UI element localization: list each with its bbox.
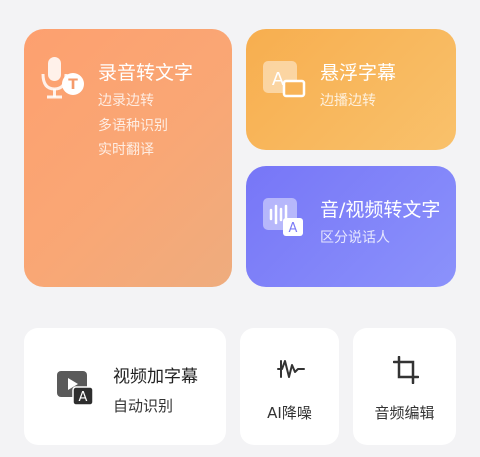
svg-text:T: T — [68, 77, 78, 93]
video-subtitle-card[interactable]: A 视频加字幕 自动识别 — [24, 328, 226, 445]
waveform-a-icon: A — [262, 197, 308, 245]
waveform-denoise-icon — [277, 358, 305, 384]
letter-a-window-icon: A — [262, 60, 308, 106]
audio-edit-label: 音频编辑 — [374, 404, 435, 422]
microphone-t-icon: T — [38, 55, 86, 107]
record-to-text-line-1: 边录边转 — [98, 93, 154, 109]
floating-subtitle-title: 悬浮字幕 — [320, 62, 397, 84]
audio-video-to-text-title: 音/视频转文字 — [320, 199, 441, 221]
record-to-text-line-3: 实时翻译 — [98, 142, 154, 158]
floating-subtitle-card[interactable]: A 悬浮字幕 边播边转 — [246, 29, 456, 150]
ai-denoise-label: AI降噪 — [267, 404, 312, 422]
svg-text:A: A — [79, 390, 88, 405]
audio-video-to-text-subtitle: 区分说话人 — [320, 230, 390, 246]
floating-subtitle-subtitle: 边播边转 — [320, 93, 376, 109]
crop-icon — [392, 355, 420, 388]
video-subtitle-title: 视频加字幕 — [113, 367, 198, 387]
video-subtitle-subtitle: 自动识别 — [113, 397, 174, 415]
audio-video-to-text-card[interactable]: A 音/视频转文字 区分说话人 — [246, 166, 456, 287]
svg-text:A: A — [289, 221, 298, 236]
audio-edit-card[interactable]: 音频编辑 — [353, 328, 456, 445]
record-to-text-line-2: 多语种识别 — [98, 118, 168, 134]
record-to-text-title: 录音转文字 — [98, 62, 194, 84]
ai-denoise-card[interactable]: AI降噪 — [240, 328, 339, 445]
record-to-text-card[interactable]: T 录音转文字 边录边转 多语种识别 实时翻译 — [24, 29, 232, 287]
play-a-icon: A — [56, 370, 96, 412]
